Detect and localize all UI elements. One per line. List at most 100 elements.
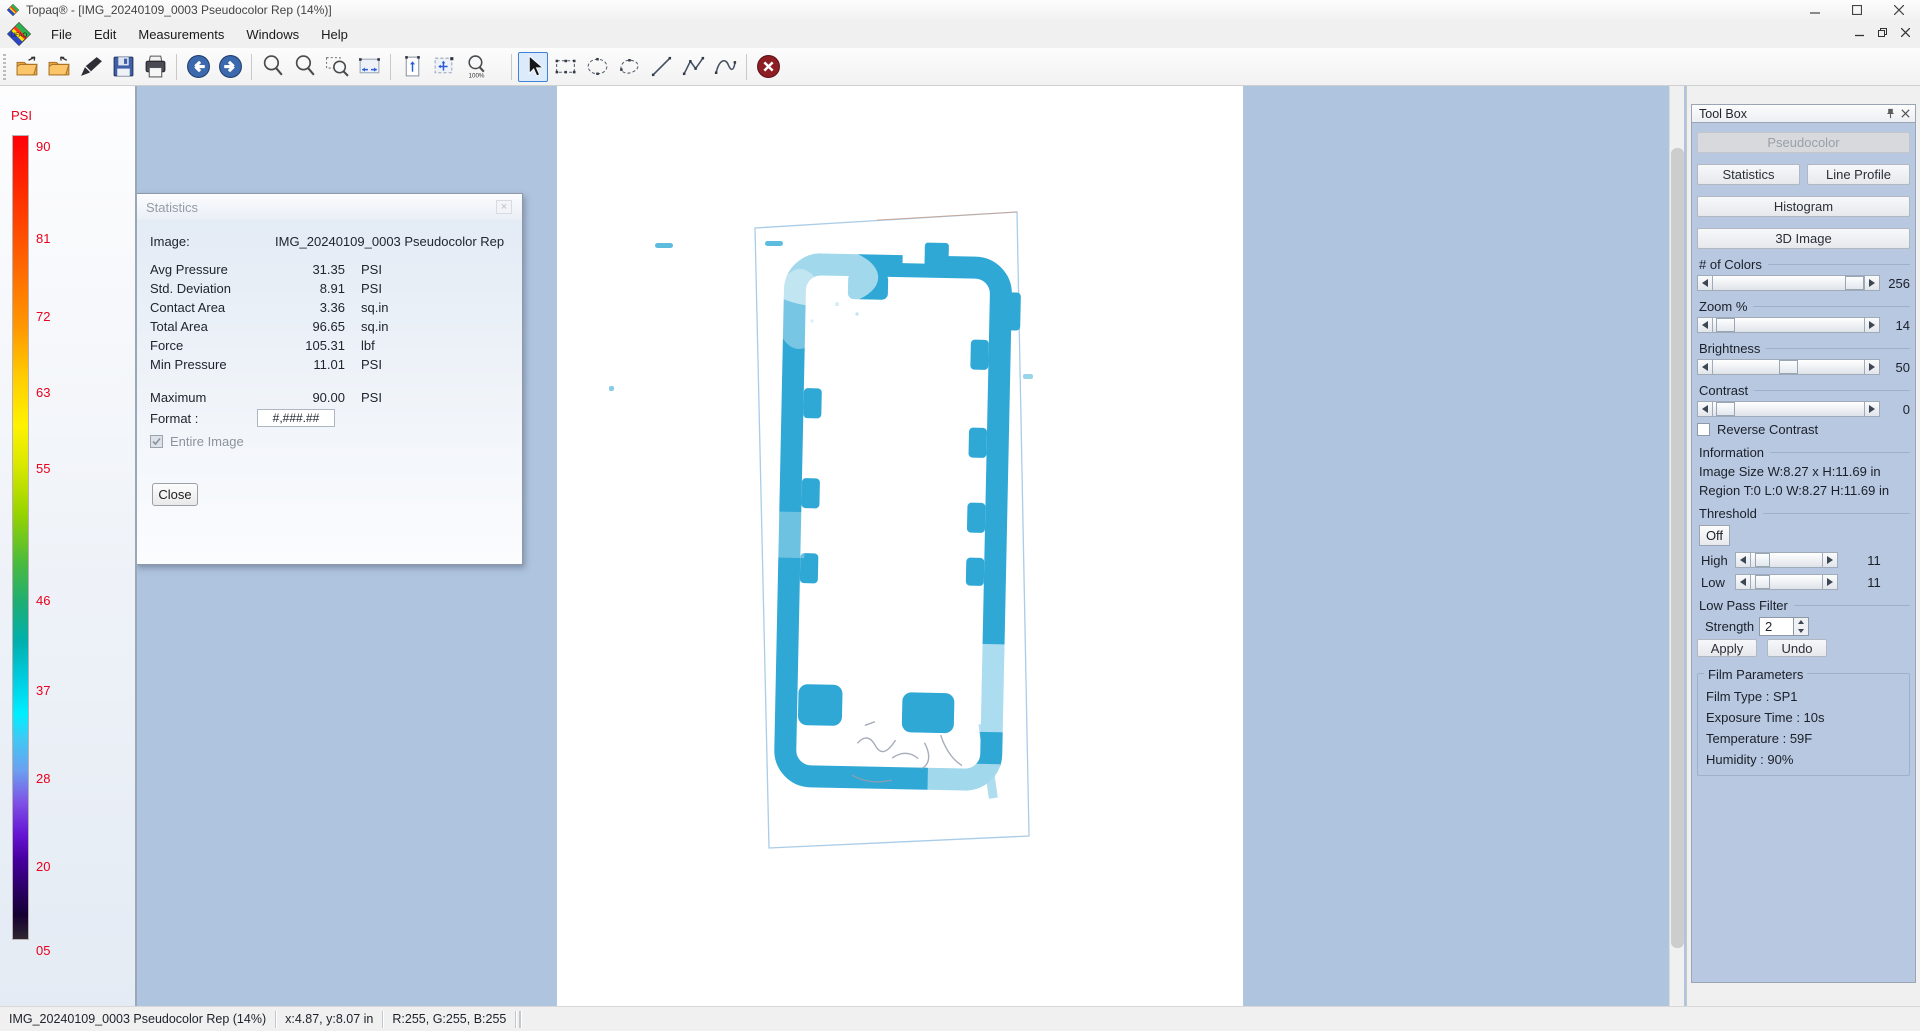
back-icon[interactable] xyxy=(183,52,213,82)
close-dialog-button[interactable]: Close xyxy=(152,483,198,506)
fit-page-icon[interactable] xyxy=(397,52,427,82)
reverse-contrast-checkbox[interactable] xyxy=(1697,423,1710,436)
apply-button[interactable]: Apply xyxy=(1697,639,1757,657)
ellipse-select-icon[interactable] xyxy=(582,52,612,82)
scale-unit-label: PSI xyxy=(11,108,32,123)
slider-left-arrow[interactable] xyxy=(1697,401,1713,417)
slider-thumb[interactable] xyxy=(1845,276,1864,290)
slider-left-arrow[interactable] xyxy=(1697,275,1713,291)
forward-icon[interactable] xyxy=(215,52,245,82)
image-canvas[interactable]: Statistics × Image: IMG_20240109_0003 Ps… xyxy=(137,86,1686,1006)
maximize-button[interactable] xyxy=(1836,0,1878,20)
slider-thumb[interactable] xyxy=(1716,402,1735,416)
slider-right-arrow[interactable] xyxy=(1864,275,1880,291)
slider-left-arrow[interactable] xyxy=(1735,574,1751,590)
slider-thumb[interactable] xyxy=(1755,553,1770,567)
zoom-value: 14 xyxy=(1880,318,1910,333)
print-icon[interactable] xyxy=(140,52,170,82)
brightness-slider[interactable] xyxy=(1697,359,1880,375)
statistics-dialog-titlebar[interactable]: Statistics × xyxy=(137,194,522,220)
rect-select-icon[interactable] xyxy=(550,52,580,82)
close-button[interactable] xyxy=(1878,0,1920,20)
slider-left-arrow[interactable] xyxy=(1735,552,1751,568)
zoom-actual-size-icon[interactable]: 100% xyxy=(461,52,491,82)
menu-edit[interactable]: Edit xyxy=(83,22,127,47)
scale-tick: 72 xyxy=(36,309,66,324)
scale-tick: 63 xyxy=(36,385,66,400)
format-input[interactable]: #,###.## xyxy=(257,409,335,427)
zoom-slider[interactable] xyxy=(1697,317,1880,333)
svg-text:100%: 100% xyxy=(468,72,484,79)
num-colors-slider[interactable] xyxy=(1697,275,1880,291)
polyline-tool-icon[interactable] xyxy=(678,52,708,82)
minimize-button[interactable] xyxy=(1794,0,1836,20)
slider-thumb[interactable] xyxy=(1755,575,1770,589)
toolbox-header[interactable]: Tool Box xyxy=(1691,104,1916,123)
slider-right-arrow[interactable] xyxy=(1822,574,1838,590)
statistics-dialog-close-icon[interactable]: × xyxy=(496,200,512,214)
mdi-minimize-button[interactable] xyxy=(1849,24,1870,41)
scrollbar-thumb[interactable] xyxy=(1671,148,1684,948)
line-tool-icon[interactable] xyxy=(646,52,676,82)
mdi-restore-button[interactable] xyxy=(1872,24,1893,41)
slider-thumb[interactable] xyxy=(1716,318,1735,332)
strength-spinner[interactable]: 2 xyxy=(1759,617,1809,636)
contrast-label: Contrast xyxy=(1699,383,1910,398)
menu-windows[interactable]: Windows xyxy=(235,22,310,47)
slider-right-arrow[interactable] xyxy=(1864,359,1880,375)
threshold-low-slider[interactable] xyxy=(1735,574,1838,590)
pseudocolor-tab-button[interactable]: Pseudocolor xyxy=(1697,132,1910,153)
slider-left-arrow[interactable] xyxy=(1697,359,1713,375)
line-profile-tab-button[interactable]: Line Profile xyxy=(1807,164,1910,185)
slider-right-arrow[interactable] xyxy=(1864,401,1880,417)
slider-thumb[interactable] xyxy=(1779,360,1798,374)
spin-up-icon[interactable] xyxy=(1794,618,1808,627)
import-file-icon[interactable] xyxy=(44,52,74,82)
toolbar-grip[interactable] xyxy=(3,54,6,80)
lowpass-section-label: Low Pass Filter xyxy=(1699,598,1910,613)
select-arrow-icon[interactable] xyxy=(518,52,548,82)
mdi-window-controls xyxy=(1849,24,1916,41)
3d-image-tab-button[interactable]: 3D Image xyxy=(1697,228,1910,249)
menu-measurements[interactable]: Measurements xyxy=(127,22,235,47)
delete-annotation-icon[interactable] xyxy=(753,52,783,82)
app-logo-icon xyxy=(6,3,20,17)
stat-row: Avg Pressure 31.35 PSI xyxy=(150,262,508,278)
film-parameters-group: Film Parameters Film Type : SP1 Exposure… xyxy=(1697,673,1910,776)
zoom-region-icon[interactable] xyxy=(322,52,352,82)
menu-file[interactable]: File xyxy=(40,22,83,47)
save-icon[interactable] xyxy=(108,52,138,82)
scanned-page[interactable] xyxy=(557,86,1243,1006)
contrast-value: 0 xyxy=(1880,402,1910,417)
menu-help[interactable]: Help xyxy=(310,22,359,47)
toolbox-close-icon[interactable] xyxy=(1900,108,1911,119)
open-file-icon[interactable] xyxy=(12,52,42,82)
toolbar-separator xyxy=(176,54,177,80)
entire-image-checkbox[interactable] xyxy=(150,435,163,448)
slider-left-arrow[interactable] xyxy=(1697,317,1713,333)
exposure-time-line: Exposure Time : 10s xyxy=(1706,710,1901,725)
pin-icon[interactable] xyxy=(1885,108,1896,119)
slider-right-arrow[interactable] xyxy=(1822,552,1838,568)
scale-tick: 46 xyxy=(36,593,66,608)
spin-down-icon[interactable] xyxy=(1794,627,1808,636)
zoom-in-icon[interactable] xyxy=(258,52,288,82)
contrast-slider[interactable] xyxy=(1697,401,1880,417)
undo-button[interactable]: Undo xyxy=(1767,639,1827,657)
scan-pen-icon[interactable] xyxy=(76,52,106,82)
brightness-label: Brightness xyxy=(1699,341,1910,356)
stat-row-maximum: Maximum 90.00 PSI xyxy=(150,390,508,406)
curve-tool-icon[interactable] xyxy=(710,52,740,82)
threshold-high-slider[interactable] xyxy=(1735,552,1838,568)
slider-right-arrow[interactable] xyxy=(1864,317,1880,333)
zoom-out-icon[interactable] xyxy=(290,52,320,82)
mdi-close-button[interactable] xyxy=(1895,24,1916,41)
histogram-tab-button[interactable]: Histogram xyxy=(1697,196,1910,217)
vertical-scrollbar[interactable] xyxy=(1669,86,1684,1006)
statistics-tab-button[interactable]: Statistics xyxy=(1697,164,1800,185)
status-image-name: IMG_20240109_0003 Pseudocolor Rep (14%) xyxy=(0,1010,275,1029)
threshold-off-button[interactable]: Off xyxy=(1699,525,1730,546)
fit-width-icon[interactable] xyxy=(354,52,384,82)
fit-region-icon[interactable] xyxy=(429,52,459,82)
lasso-select-icon[interactable] xyxy=(614,52,644,82)
